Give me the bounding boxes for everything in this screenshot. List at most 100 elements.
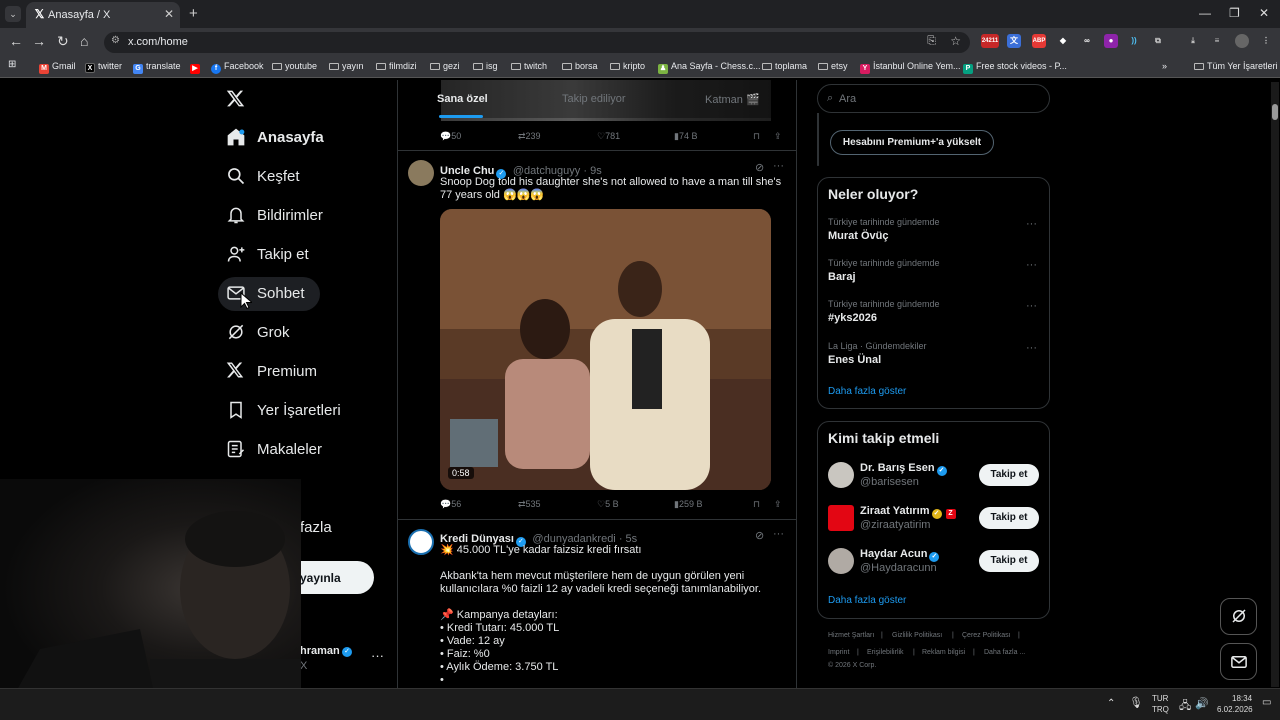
browser-tab[interactable]: 𝕏 Anasayfa / X ✕ bbox=[26, 2, 180, 28]
scrollbar-track[interactable] bbox=[1271, 82, 1279, 687]
footer-link[interactable]: Daha fazla ... bbox=[984, 649, 1025, 656]
home-browser-icon[interactable]: ⌂ bbox=[80, 33, 88, 49]
trend-item[interactable]: #yks2026 bbox=[828, 312, 877, 324]
maximize-icon[interactable]: ❐ bbox=[1229, 6, 1240, 20]
suggestion-name[interactable]: Haydar Acun ✓ bbox=[860, 548, 941, 562]
show-more-suggestions-link[interactable]: Daha fazla göster bbox=[828, 595, 906, 606]
bookmark-facebook[interactable]: f Facebook bbox=[211, 61, 264, 74]
follow-button[interactable]: Takip et bbox=[979, 550, 1039, 572]
tab-following[interactable]: Takip ediliyor bbox=[562, 93, 626, 105]
trend-more-icon[interactable]: ··· bbox=[1026, 300, 1037, 312]
bookmark-gmail[interactable]: M Gmail bbox=[39, 61, 76, 74]
trend-more-icon[interactable]: ··· bbox=[1026, 218, 1037, 230]
reload-icon[interactable]: ↻ bbox=[57, 33, 69, 50]
trend-more-icon[interactable]: ··· bbox=[1026, 342, 1037, 354]
keyboard-layout-indicator[interactable]: TRQ bbox=[1152, 705, 1169, 714]
messages-float-button[interactable] bbox=[1220, 643, 1257, 680]
extension-badge-icon[interactable]: 24211 bbox=[981, 34, 999, 48]
tweet-more-icon[interactable]: ··· bbox=[773, 528, 784, 540]
like-button[interactable]: ♡ 781 bbox=[597, 131, 620, 142]
tab-search-icon[interactable]: ⌄ bbox=[5, 6, 21, 22]
all-bookmarks[interactable]: Tüm Yer İşaretleri bbox=[1194, 61, 1278, 71]
tab-close-icon[interactable]: ✕ bbox=[164, 7, 174, 21]
download-icon[interactable]: ⤓ bbox=[1186, 34, 1200, 48]
views-button[interactable]: ▮ 74 B bbox=[674, 131, 697, 142]
bookmark-action-icon[interactable]: ⊓ bbox=[753, 499, 760, 510]
footer-link[interactable]: Çerez Politikası bbox=[962, 632, 1011, 639]
url-field[interactable]: ⚙ x.com/home ⎘ ☆ bbox=[104, 32, 970, 53]
volume-icon[interactable]: 🔊 bbox=[1195, 697, 1209, 710]
bookmark-folder-etsy[interactable]: etsy bbox=[818, 61, 848, 71]
grok-explain-icon[interactable]: ⊘ bbox=[755, 529, 764, 542]
network-icon[interactable]: 🖧 bbox=[1179, 697, 1191, 716]
media-control-icon[interactable]: ≡ bbox=[1210, 34, 1224, 48]
avatar[interactable] bbox=[408, 160, 434, 186]
back-icon[interactable]: ← bbox=[9, 33, 23, 49]
avatar[interactable] bbox=[828, 548, 854, 574]
views-button[interactable]: ▮ 259 B bbox=[674, 499, 702, 510]
microphone-icon[interactable]: 🎙 bbox=[1129, 696, 1143, 709]
diamond-ext-icon[interactable]: ◆ bbox=[1056, 34, 1070, 48]
suggestion-handle[interactable]: @ziraatyatirim bbox=[860, 519, 930, 531]
premium-upgrade-button[interactable]: Hesabını Premium+'a yükselt bbox=[830, 130, 994, 155]
footer-link[interactable]: Gizlilik Politikası bbox=[892, 632, 942, 639]
suggestion-name[interactable]: Dr. Barış Esen ✓ bbox=[860, 462, 949, 476]
share-icon[interactable]: ⇪ bbox=[774, 131, 782, 142]
footer-link[interactable]: Hizmet Şartları bbox=[828, 632, 874, 639]
adblock-ext-icon[interactable]: ABP bbox=[1032, 34, 1046, 48]
bookmark-folder-borsa[interactable]: borsa bbox=[562, 61, 598, 71]
footer-link[interactable]: Erişilebilirlik bbox=[867, 649, 904, 656]
avatar[interactable] bbox=[828, 505, 854, 531]
tab-for-you[interactable]: Sana özel bbox=[437, 93, 488, 105]
profile-more-icon[interactable]: ··· bbox=[371, 648, 384, 663]
browser-menu-icon[interactable]: ⋮ bbox=[1259, 34, 1273, 48]
bookmark-folder-twitch[interactable]: twitch bbox=[511, 61, 547, 71]
footer-link[interactable]: Imprint bbox=[828, 649, 849, 656]
trend-item[interactable]: Baraj bbox=[828, 271, 856, 283]
extensions-puzzle-icon[interactable]: ⧉ bbox=[1151, 34, 1165, 48]
tweet-video[interactable]: 0:58 bbox=[440, 209, 771, 490]
bookmark-folder-gezi[interactable]: gezi bbox=[430, 61, 460, 71]
bookmark-twitter[interactable]: Xtwitter bbox=[85, 61, 122, 73]
glasses-ext-icon[interactable]: ∞ bbox=[1080, 34, 1094, 48]
bookmark-folder-toplama[interactable]: toplama bbox=[762, 61, 807, 71]
suggestion-name[interactable]: Ziraat Yatırım ✓ Z bbox=[860, 505, 959, 519]
follow-button[interactable]: Takip et bbox=[979, 507, 1039, 529]
x-logo-icon[interactable] bbox=[226, 89, 246, 109]
repost-button[interactable]: ⇄ 239 bbox=[518, 131, 541, 142]
clock-date[interactable]: 6.02.2026 bbox=[1217, 705, 1253, 714]
trend-more-icon[interactable]: ··· bbox=[1026, 259, 1037, 271]
apps-grid-icon[interactable]: ⊞ bbox=[8, 59, 16, 70]
grok-float-button[interactable] bbox=[1220, 598, 1257, 635]
suggestion-handle[interactable]: @barisesen bbox=[860, 476, 919, 488]
trend-item[interactable]: Enes Ünal bbox=[828, 354, 881, 366]
search-input[interactable]: ⌕ Ara bbox=[817, 84, 1050, 113]
clock-time[interactable]: 18:34 bbox=[1232, 694, 1252, 703]
tray-overflow-icon[interactable]: ⌃ bbox=[1107, 698, 1115, 709]
bookmark-star-icon[interactable]: ☆ bbox=[950, 34, 961, 48]
notification-icon[interactable]: ▭ bbox=[1262, 697, 1271, 708]
site-info-icon[interactable]: ⚙ bbox=[111, 35, 120, 46]
share-icon[interactable]: ⇪ bbox=[774, 499, 782, 510]
follow-button[interactable]: Takip et bbox=[979, 464, 1039, 486]
sidebar-item-more-partial[interactable]: fazla bbox=[300, 519, 332, 536]
tab-layer[interactable]: Katman 🎬 bbox=[705, 93, 760, 106]
bookmark-folder-isg[interactable]: isg bbox=[473, 61, 498, 71]
suggestion-handle[interactable]: @Haydaracunn bbox=[860, 562, 937, 574]
translate-ext-icon[interactable]: 文 bbox=[1007, 34, 1021, 48]
tweet-more-icon[interactable]: ··· bbox=[773, 160, 784, 172]
install-app-icon[interactable]: ⎘ bbox=[927, 35, 936, 48]
bookmark-pexels[interactable]: P Free stock videos - P... bbox=[963, 61, 1067, 74]
profile-avatar-icon[interactable] bbox=[1235, 34, 1249, 48]
purple-ext-icon[interactable]: ● bbox=[1104, 34, 1118, 48]
bookmark-folder-yayin[interactable]: yayın bbox=[329, 61, 364, 71]
audio-ext-icon[interactable]: )) bbox=[1127, 34, 1141, 48]
bookmark-folder-youtube[interactable]: youtube bbox=[272, 61, 317, 71]
grok-explain-icon[interactable]: ⊘ bbox=[755, 161, 764, 174]
bookmarks-overflow-icon[interactable]: » bbox=[1162, 61, 1167, 71]
bookmark-yemeksepeti[interactable]: Y İstanbul Online Yem... bbox=[860, 61, 961, 74]
trend-item[interactable]: Murat Övüç bbox=[828, 230, 889, 242]
bookmark-folder-filmdizi[interactable]: filmdizi bbox=[376, 61, 417, 71]
like-button[interactable]: ♡ 5 B bbox=[597, 499, 619, 510]
reply-button[interactable]: 💬 56 bbox=[440, 499, 461, 510]
